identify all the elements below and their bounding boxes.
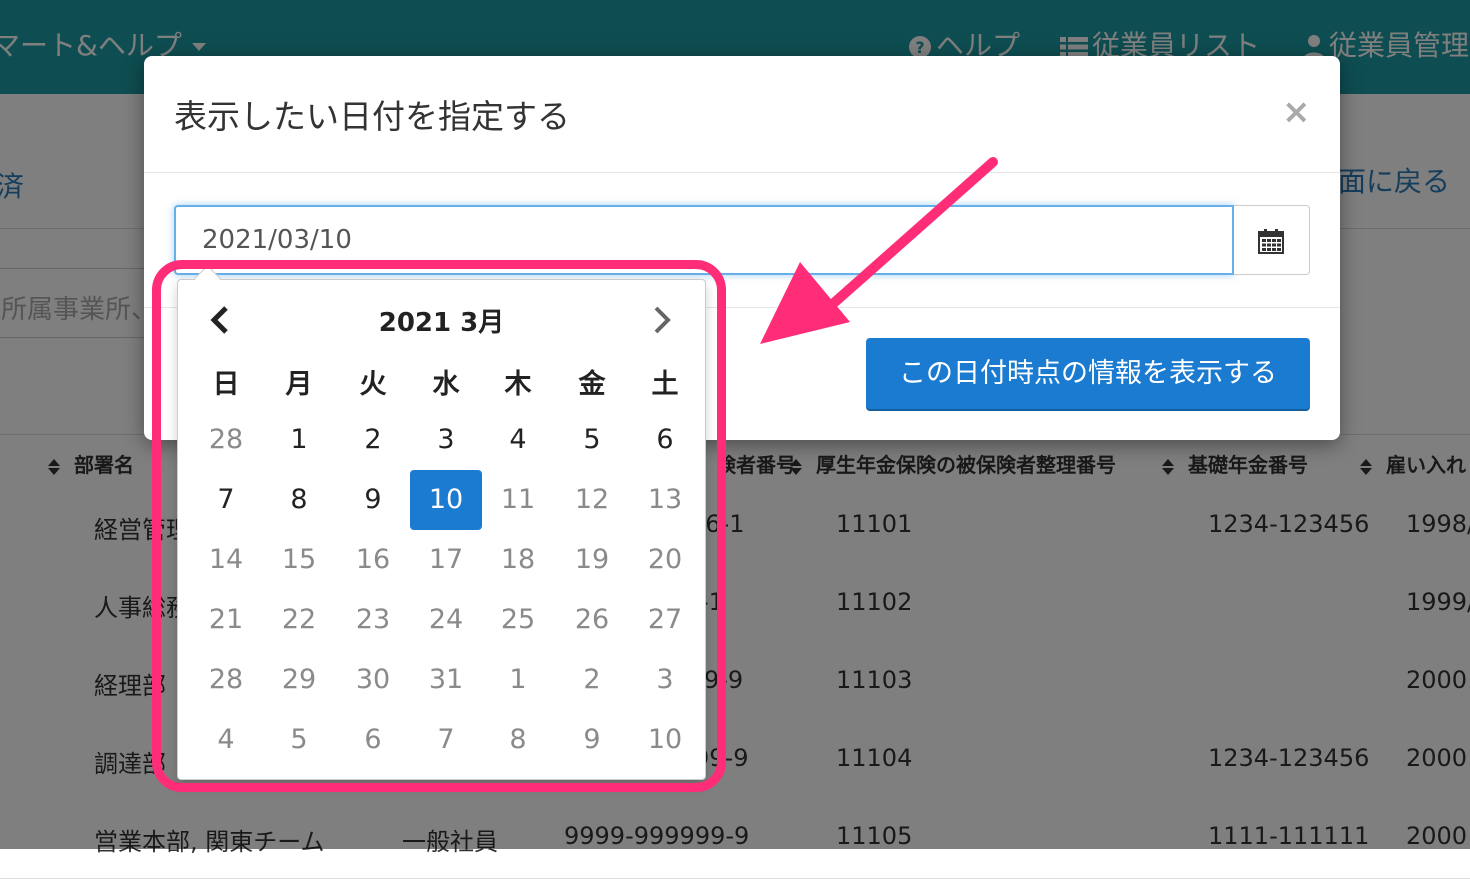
divider xyxy=(144,172,1340,173)
close-button[interactable]: × xyxy=(1282,92,1311,132)
show-info-button[interactable]: この日付時点の情報を表示する xyxy=(866,338,1310,409)
calendar-button[interactable] xyxy=(1234,205,1310,275)
highlight-frame xyxy=(152,260,726,792)
calendar-icon xyxy=(1258,229,1284,254)
modal-title: 表示したい日付を指定する xyxy=(174,97,570,136)
